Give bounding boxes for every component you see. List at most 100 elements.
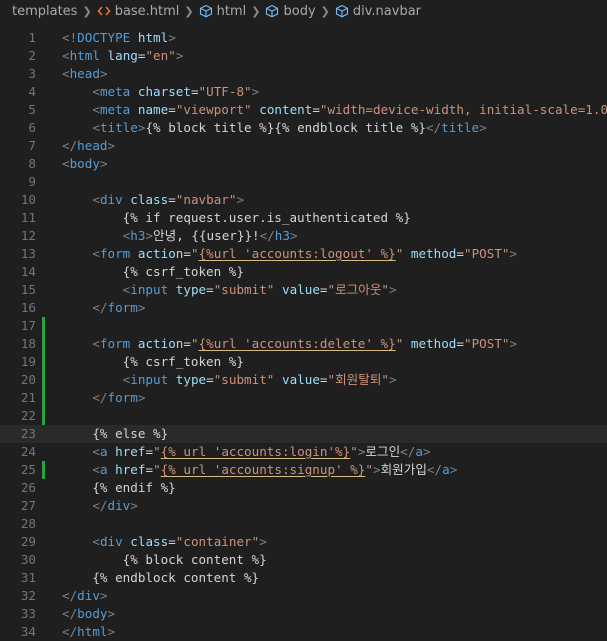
chevron-right-icon: ❯ bbox=[251, 4, 261, 18]
line-number: 30 bbox=[20, 552, 36, 567]
breadcrumb-body[interactable]: body bbox=[265, 4, 316, 19]
code-line[interactable]: 8 <body> bbox=[0, 155, 607, 173]
code-token: = bbox=[319, 372, 328, 387]
code-token: > bbox=[130, 498, 138, 513]
code-token: = bbox=[168, 102, 176, 117]
code-line[interactable]: 17 bbox=[0, 317, 607, 335]
code-token: " bbox=[190, 336, 199, 351]
code-token: a bbox=[99, 444, 108, 459]
code-token: = bbox=[190, 84, 199, 99]
code-token: > bbox=[236, 192, 245, 207]
code-line[interactable]: 33 </body> bbox=[0, 605, 607, 623]
code-line[interactable]: 28 bbox=[0, 515, 607, 533]
code-line[interactable]: 15 <input type="submit" value="로그아웃"> bbox=[0, 281, 607, 299]
git-modified-marker bbox=[42, 461, 45, 479]
code-text: </form> bbox=[62, 299, 145, 317]
breadcrumb-folder-label: templates bbox=[12, 3, 78, 19]
code-token: href bbox=[115, 444, 146, 459]
code-token: > bbox=[137, 390, 146, 405]
code-token: type bbox=[175, 372, 207, 387]
code-text: <h3>안녕, {{user}}!</h3> bbox=[62, 227, 298, 245]
code-line[interactable]: 21 </form> bbox=[0, 389, 607, 407]
code-line[interactable]: 4 <meta charset="UTF-8"> bbox=[0, 83, 607, 101]
code-line[interactable]: 23 {% else %} bbox=[0, 425, 607, 443]
code-line[interactable]: 34 </html> bbox=[0, 623, 607, 641]
code-token: form bbox=[107, 300, 138, 315]
code-line[interactable]: 1 <!DOCTYPE html> bbox=[0, 29, 607, 47]
line-number: 5 bbox=[28, 102, 36, 117]
code-line[interactable]: 7 </head> bbox=[0, 137, 607, 155]
code-line[interactable]: 19 {% csrf_token %} bbox=[0, 353, 607, 371]
code-token: html bbox=[137, 30, 169, 45]
code-line[interactable]: 22 bbox=[0, 407, 607, 425]
code-line[interactable]: 18 <form action="{%url 'accounts:delete'… bbox=[0, 335, 607, 353]
code-line[interactable]: 20 <input type="submit" value="회원탈퇴"> bbox=[0, 371, 607, 389]
gutter bbox=[42, 623, 45, 641]
breadcrumb-folder[interactable]: templates bbox=[12, 4, 77, 19]
code-line[interactable]: 31 {% endblock content %} bbox=[0, 569, 607, 587]
code-token: < bbox=[92, 534, 100, 549]
code-token: " bbox=[153, 462, 161, 477]
code-line[interactable]: 9 bbox=[0, 173, 607, 191]
code-line[interactable]: 14 {% csrf_token %} bbox=[0, 263, 607, 281]
code-line[interactable]: 5 <meta name="viewport" content="width=d… bbox=[0, 101, 607, 119]
code-text: <input type="submit" value="로그아웃"> bbox=[62, 281, 397, 299]
code-token: </ bbox=[92, 300, 108, 315]
line-number: 12 bbox=[20, 228, 36, 243]
code-text: <body> bbox=[62, 155, 108, 173]
gutter bbox=[42, 479, 45, 497]
code-token: </ bbox=[92, 498, 108, 513]
code-token: > bbox=[389, 372, 397, 387]
code-line[interactable]: 2 <html lang="en"> bbox=[0, 47, 607, 65]
code-line[interactable]: 13 <form action="{%url 'accounts:logout'… bbox=[0, 245, 607, 263]
git-modified-marker bbox=[42, 353, 45, 371]
code-text: <form action="{%url 'accounts:logout' %}… bbox=[62, 245, 517, 263]
code-line[interactable]: 25 <a href="{% url 'accounts:signup' %}"… bbox=[0, 461, 607, 479]
code-line[interactable]: 11 {% if request.user.is_authenticated %… bbox=[0, 209, 607, 227]
cube-icon bbox=[199, 4, 212, 18]
code-text: {% csrf_token %} bbox=[62, 263, 244, 281]
code-line[interactable]: 24 <a href="{% url 'accounts:login'%}">로… bbox=[0, 443, 607, 461]
code-line[interactable]: 16 </form> bbox=[0, 299, 607, 317]
code-token: {% endblock content %} bbox=[62, 570, 260, 585]
gutter bbox=[42, 65, 45, 83]
line-number: 20 bbox=[20, 372, 36, 387]
code-text: <input type="submit" value="회원탈퇴"> bbox=[62, 371, 397, 389]
code-line[interactable]: 26 {% endif %} bbox=[0, 479, 607, 497]
code-line[interactable]: 29 <div class="container"> bbox=[0, 533, 607, 551]
line-number: 15 bbox=[20, 282, 36, 297]
breadcrumb-div-navbar[interactable]: div.navbar bbox=[335, 4, 421, 19]
code-line[interactable]: 10 <div class="navbar"> bbox=[0, 191, 607, 209]
code-line[interactable]: 6 <title>{% block title %}{% endblock ti… bbox=[0, 119, 607, 137]
code-text: </head> bbox=[62, 137, 115, 155]
breadcrumb-html[interactable]: html bbox=[199, 4, 246, 19]
code-line[interactable]: 30 {% block content %} bbox=[0, 551, 607, 569]
breadcrumb-file[interactable]: base.html bbox=[97, 4, 179, 19]
code-token: "navbar" bbox=[175, 192, 237, 207]
git-modified-marker bbox=[42, 407, 45, 425]
line-number: 34 bbox=[20, 624, 36, 639]
code-line[interactable]: 3 <head> bbox=[0, 65, 607, 83]
code-line[interactable]: 12 <h3>안녕, {{user}}!</h3> bbox=[0, 227, 607, 245]
code-token: = bbox=[145, 462, 154, 477]
git-modified-marker bbox=[42, 335, 45, 353]
line-number: 1 bbox=[28, 30, 36, 45]
code-token: name bbox=[137, 102, 169, 117]
code-text: <html lang="en"> bbox=[62, 47, 183, 65]
code-token: > bbox=[422, 444, 431, 459]
code-line[interactable]: 27 </div> bbox=[0, 497, 607, 515]
code-editor[interactable]: 1 <!DOCTYPE html> 2 <html lang="en"> 3 <head>… bbox=[0, 29, 607, 641]
code-token: > bbox=[509, 246, 518, 261]
gutter bbox=[42, 533, 45, 551]
code-token: html bbox=[69, 48, 100, 63]
code-token: </ bbox=[62, 606, 78, 621]
code-text: </div> bbox=[62, 497, 138, 515]
line-number: 13 bbox=[20, 246, 36, 261]
code-line[interactable]: 32 </div> bbox=[0, 587, 607, 605]
line-number: 24 bbox=[20, 444, 36, 459]
